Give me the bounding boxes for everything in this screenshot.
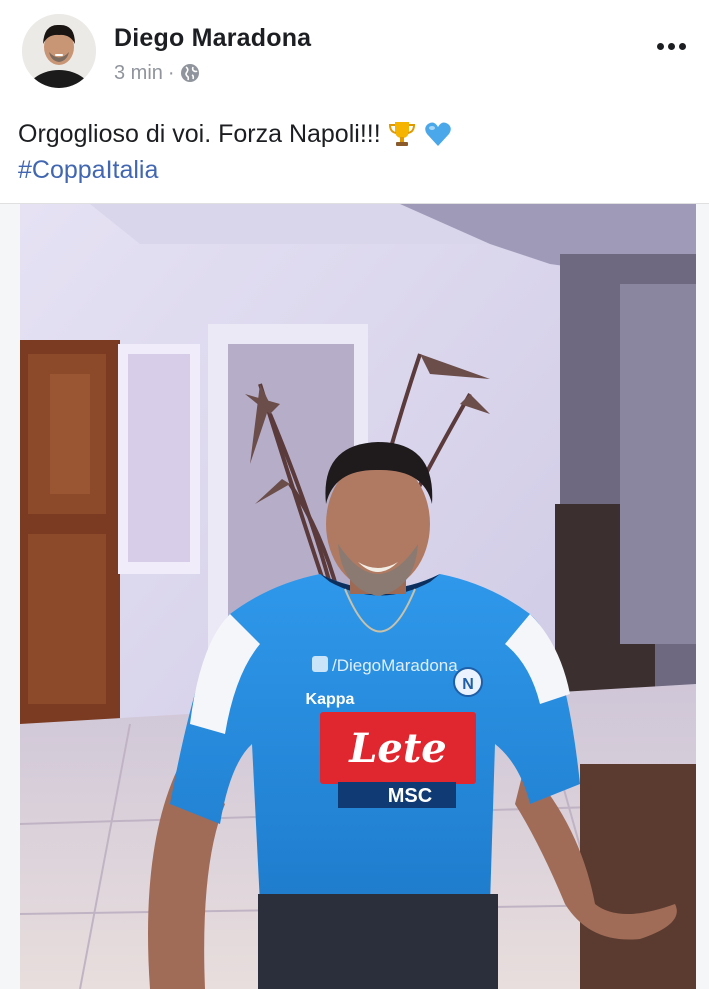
- meta-separator: ·: [167, 61, 175, 84]
- avatar-image: [22, 14, 96, 88]
- post-header: Diego Maradona 3 min ·: [0, 0, 709, 100]
- hashtag-link[interactable]: #CoppaItalia: [18, 154, 158, 186]
- sponsor-secondary-logo: MSC: [388, 785, 432, 807]
- post-message-text: Orgoglioso di voi. Forza Napoli!!!: [18, 120, 381, 148]
- blue-heart-emoji: [423, 119, 453, 149]
- post-time[interactable]: 3 min: [114, 62, 163, 85]
- trophy-emoji: [387, 119, 417, 149]
- photo-watermark: /DiegoMaradona: [332, 656, 458, 675]
- globe-icon[interactable]: [180, 63, 200, 83]
- avatar[interactable]: [22, 14, 96, 88]
- post-photo[interactable]: Lete MSC Kappa N /DiegoMaradona: [20, 204, 696, 989]
- author-name[interactable]: Diego Maradona: [114, 24, 311, 53]
- photo-margin: [0, 204, 20, 989]
- more-dot: [656, 42, 664, 50]
- photo-margin: [696, 204, 709, 989]
- more-dot: [667, 42, 675, 50]
- more-dot: [678, 42, 686, 50]
- club-badge: N: [462, 676, 474, 693]
- more-options-icon[interactable]: [651, 34, 691, 58]
- post-meta: 3 min ·: [114, 60, 200, 86]
- photo-image: Lete MSC Kappa N /DiegoMaradona: [20, 204, 696, 989]
- sponsor-logo: Lete: [348, 725, 447, 772]
- post-message: Orgoglioso di voi. Forza Napoli!!!: [18, 118, 453, 150]
- brand-logo: Kappa: [306, 691, 355, 708]
